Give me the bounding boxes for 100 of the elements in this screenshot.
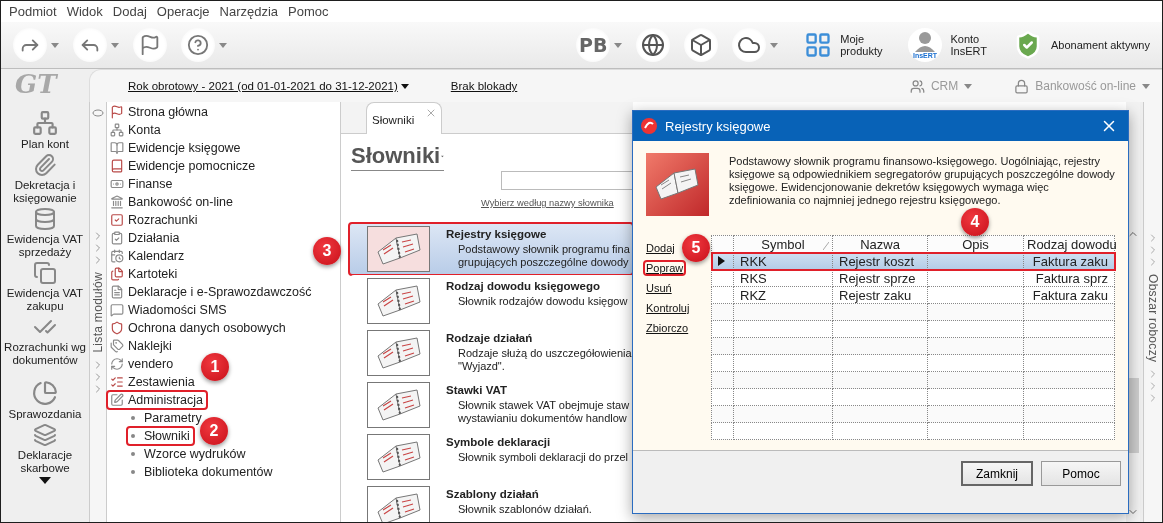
filter-link[interactable]: Wybierz według nazwy słownika [481, 198, 633, 208]
module-item[interactable]: Administracja [107, 391, 208, 409]
tiles-icon [804, 31, 833, 59]
panel-label: Obszar roboczy [1146, 274, 1160, 363]
module-item[interactable]: vendero [107, 355, 178, 373]
module-item[interactable]: Deklaracje i e-Sprawozdawczość [107, 283, 316, 301]
toolbar-button[interactable] [732, 28, 779, 62]
scroll-down-icon[interactable] [39, 477, 51, 484]
module-subitem[interactable]: Słowniki [127, 427, 194, 445]
shortcut-button[interactable]: Ewidencja VAT sprzedaży [1, 207, 89, 261]
toolbar-button[interactable]: Moje produkty [804, 31, 883, 59]
shortcut-button[interactable]: Deklaracje skarbowe [1, 423, 89, 477]
shortcut-button[interactable]: Ewidencja VAT zakupu [1, 261, 89, 315]
item-description: Słownik rodzajów dowodu księgow [457, 295, 628, 308]
files-icon [110, 267, 124, 281]
module-item[interactable]: Strona główna [107, 103, 212, 121]
item-description: Słownik szablonów działań. [457, 503, 592, 516]
caret-icon [614, 42, 623, 48]
pin-icon[interactable] [92, 108, 104, 118]
tags-icon [110, 339, 124, 353]
menu-item[interactable]: Podmiot [4, 1, 62, 22]
bank-icon [110, 195, 124, 209]
item-description: Rodzaje służą do uszczegółowienia "Wyjazd". [457, 347, 632, 373]
toolbar-button[interactable]: Abonament aktywny [1012, 30, 1150, 60]
menu-item[interactable]: Dodaj [107, 1, 152, 22]
shortcut-button[interactable]: Sprawozdania [1, 369, 89, 423]
fiscal-year-link[interactable]: Rok obrotowy - 2021 (od 01-01-2021 do 31-12-2021) [128, 80, 409, 92]
module-item[interactable]: Działania [107, 229, 184, 247]
module-item[interactable]: Ochrona danych osobowych [107, 319, 290, 337]
app-logo-icon [641, 118, 657, 134]
module-item[interactable]: Wiadomości SMS [107, 301, 231, 319]
network-icon [32, 110, 58, 136]
menu-item[interactable]: Operacje [151, 1, 215, 22]
module-item[interactable]: Finanse [107, 175, 177, 193]
module-item[interactable]: Kartoteki [107, 265, 182, 283]
toolbar-button[interactable] [13, 28, 59, 62]
bullet-icon [131, 452, 135, 456]
dialog-description: Podstawowy słownik programu finansowo-księgowego. Uogólniając, rejestry księgowe są odpowiednikiem segregatorów grupujących poszczególne dowody księgowe. Ewidencjonowanie dekretów księgowych wymaga więc zdefiniowania co najmniej jednego rejestru księgowego. [729, 155, 1116, 207]
bullet-icon [131, 416, 135, 420]
dialog-button[interactable]: Zamknij [961, 461, 1033, 486]
caret-icon [770, 42, 779, 48]
module-item[interactable]: Konta [107, 121, 165, 139]
page-heading[interactable]: Słowniki [351, 143, 444, 171]
caret-icon [111, 42, 119, 48]
dialog-button[interactable]: Pomoc [1041, 461, 1121, 486]
module-item[interactable]: Rozrachunki [107, 211, 202, 229]
menu-item[interactable]: Widok [61, 1, 108, 22]
menu-item[interactable]: Narzędzia [214, 1, 284, 22]
table-row[interactable]: RKK Rejestr koszt Faktura zaku [711, 252, 1115, 270]
toolbar-button[interactable] [73, 28, 119, 62]
column-header[interactable]: Symbol [733, 235, 833, 253]
toolbar-button[interactable] [636, 28, 671, 62]
toolbar-button[interactable] [684, 28, 719, 62]
shortcut-button[interactable]: Dekretacja i księgowanie [1, 153, 89, 207]
item-description: Słownik stawek VAT obejmuje staw wystawianiu dokumentów handlow [457, 399, 630, 425]
module-item[interactable]: Bankowość on-line [107, 193, 237, 211]
book-icon [110, 141, 124, 155]
item-description: Podstawowy słownik programu fina grupujących poszczególne dowody [457, 243, 630, 269]
item-title: Stawki VAT [446, 384, 508, 396]
shield-icon [110, 321, 124, 335]
item-title: Rodzaj dowodu księgowego [446, 280, 601, 292]
message-icon [110, 303, 124, 317]
action-link[interactable]: Usuń [644, 281, 674, 295]
action-link[interactable]: Popraw [644, 261, 686, 275]
column-header[interactable]: Opis [927, 235, 1024, 253]
book-tile-icon [646, 153, 709, 216]
logo: GT [15, 69, 57, 99]
refresh-icon [110, 357, 124, 371]
bullet-icon [131, 470, 135, 474]
lock-status-link[interactable]: Brak blokady [450, 80, 518, 92]
column-header[interactable]: Rodzaj dowodu [1023, 235, 1115, 253]
checkbox-icon [110, 213, 124, 227]
action-link[interactable]: Kontroluj [644, 301, 692, 315]
module-item[interactable]: Ewidencje księgowe [107, 139, 245, 157]
module-item[interactable]: Kalendarz [107, 247, 189, 265]
module-item[interactable]: Naklejki [107, 337, 176, 355]
module-subitem[interactable]: Wzorce wydruków [127, 445, 250, 463]
module-item[interactable]: Zestawienia [107, 373, 199, 391]
lock-icon [1014, 78, 1030, 94]
column-header[interactable]: Nazwa [832, 235, 928, 253]
help-icon [187, 34, 209, 56]
toolbar-button[interactable] [133, 28, 167, 62]
shortcut-button[interactable]: Plan kont [1, 99, 89, 153]
caret-icon [219, 42, 227, 48]
table-cell: Rejestr zaku [832, 286, 928, 304]
book-icon [110, 159, 124, 173]
menu-item[interactable]: Pomoc [283, 1, 334, 22]
panel-label: Lista modułów [91, 272, 105, 353]
item-title: Rejestry księgowe [446, 228, 548, 240]
dictionary-item[interactable]: Rejestry księgowe Podstawowy słownik programu fina grupujących poszczególne dowody [349, 223, 633, 275]
action-link[interactable]: Zbiorczo [644, 321, 691, 335]
item-description: Słownik symboli deklaracji do przel [457, 451, 628, 464]
shortcut-button[interactable]: Rozrachunki wg dokumentów [1, 315, 89, 369]
search-field[interactable] [501, 171, 633, 190]
module-subitem[interactable]: Biblioteka dokumentów [127, 463, 277, 481]
checklist-icon [110, 375, 124, 389]
tab[interactable]: Słowniki [366, 102, 442, 134]
module-item[interactable]: Ewidencje pomocnicze [107, 157, 260, 175]
action-link[interactable]: Dodaj [644, 241, 677, 255]
toolbar-button[interactable] [181, 28, 227, 62]
